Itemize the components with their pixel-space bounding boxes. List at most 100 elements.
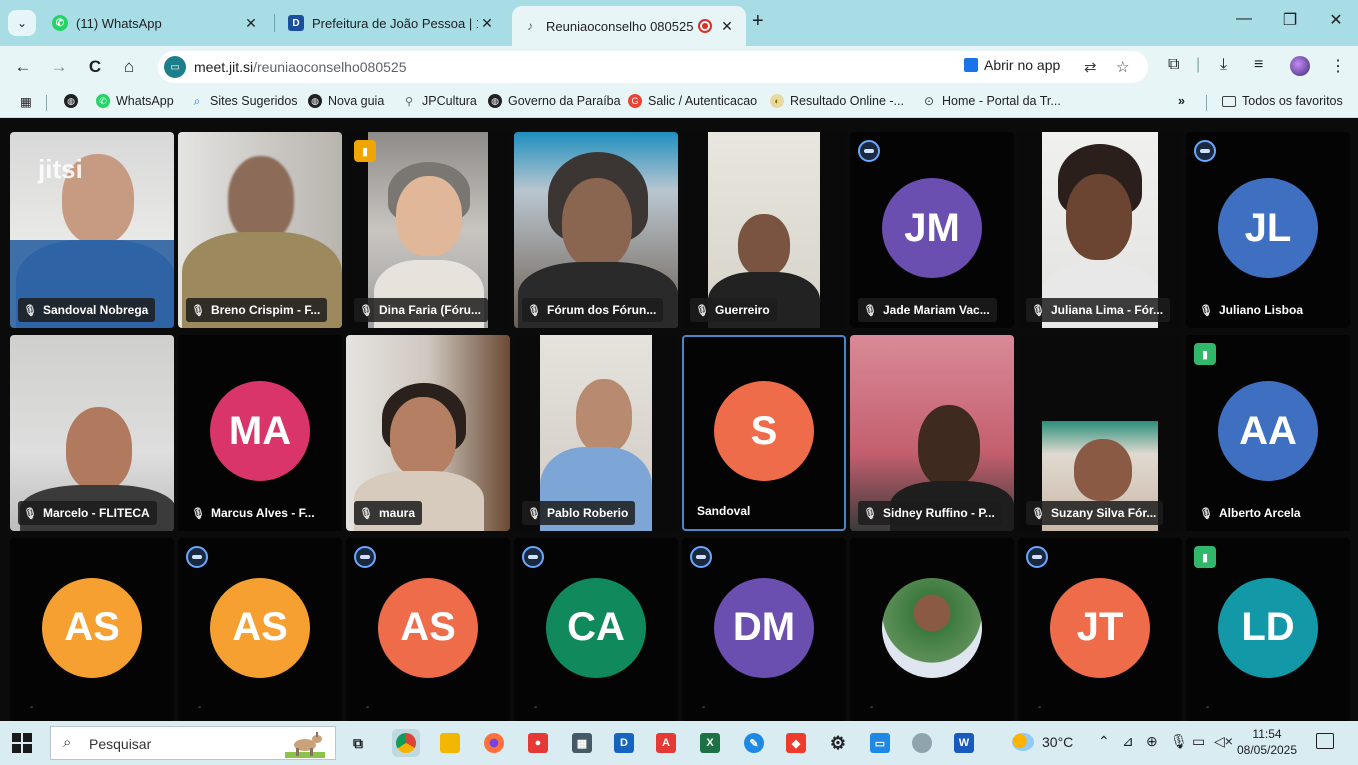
tab-prefeitura[interactable]: D Prefeitura de João Pessoa | 1Do ✕ — [278, 6, 506, 40]
feather-app-icon[interactable]: ✎ — [740, 729, 768, 757]
file-explorer-icon[interactable] — [436, 729, 464, 757]
participant-status-icon[interactable] — [522, 546, 544, 568]
translate-icon[interactable]: ⇄ — [1084, 58, 1097, 76]
participant-tile[interactable]: 🎙︎ Suzany Silva Fór... — [1018, 335, 1182, 531]
participant-tile[interactable]: - — [850, 538, 1014, 721]
anydesk-icon[interactable]: ◆ — [782, 729, 810, 757]
participant-tile[interactable]: AS - — [10, 538, 174, 721]
open-in-app-button[interactable]: Abrir no app — [964, 57, 1060, 73]
forward-button[interactable]: → — [46, 54, 72, 80]
participant-tile[interactable]: ▮ 🎙︎ Dina Faria (Fóru... — [346, 132, 510, 328]
participant-tile[interactable]: AS - — [346, 538, 510, 721]
microphone-icon[interactable]: 🎙︎ — [1170, 733, 1188, 750]
participant-status-icon[interactable] — [858, 140, 880, 162]
firefox-icon[interactable] — [480, 729, 508, 757]
bookmark-salic[interactable]: G Salic / Autenticacao — [628, 94, 757, 108]
bookmark-globe-icon[interactable]: ◍ — [64, 94, 84, 108]
participant-tile[interactable]: ▮ AA 🎙︎ Alberto Arcela — [1186, 335, 1350, 531]
more-bookmarks-button[interactable]: » — [1178, 94, 1185, 108]
profile-avatar[interactable] — [1290, 56, 1310, 76]
participant-tile[interactable]: 🎙︎ Fórum dos Fórun... — [514, 132, 678, 328]
bookmark-whatsapp[interactable]: ✆ WhatsApp — [96, 94, 174, 108]
bookmark-governo-paraiba[interactable]: ◍ Governo da Paraíba — [488, 94, 621, 108]
minimize-button[interactable]: — — [1224, 10, 1264, 28]
connection-fair-icon[interactable]: ▮ — [354, 140, 376, 162]
participant-tile[interactable]: 🎙︎ Guerreiro — [682, 132, 846, 328]
close-tab-icon[interactable]: ✕ — [718, 18, 736, 35]
url-text[interactable]: meet.jit.si/reuniaoconselho080525 — [194, 59, 406, 75]
connection-good-icon[interactable]: ▮ — [1194, 546, 1216, 568]
participant-tile[interactable]: ▮ LD - — [1186, 538, 1350, 721]
address-bar[interactable]: ▭ meet.jit.si/reuniaoconselho080525 Abri… — [158, 51, 1148, 83]
windows-start-icon[interactable] — [12, 733, 32, 753]
close-window-button[interactable]: ✕ — [1316, 10, 1356, 30]
system-clock[interactable]: 11:54 08/05/2025 — [1236, 726, 1298, 758]
media-control-icon[interactable]: ≡ — [1254, 56, 1263, 74]
participant-tile[interactable]: 🎙︎ Breno Crispim - F... — [178, 132, 342, 328]
participant-name-label: - — [1038, 702, 1042, 713]
network-icon[interactable]: ⊿ — [1122, 733, 1134, 750]
bookmark-portal-transparencia[interactable]: ⊙ Home - Portal da Tr... — [922, 94, 1061, 108]
tab-jitsi-meeting[interactable]: ♪ Reuniaoconselho 080525 | J ✕ — [512, 6, 746, 46]
participant-tile[interactable]: CA - — [514, 538, 678, 721]
bookmark-resultado-online[interactable]: ◐ Resultado Online -... — [770, 94, 904, 108]
participant-status-icon[interactable] — [1194, 140, 1216, 162]
extensions-icon[interactable]: ⧉ — [1168, 56, 1179, 74]
bookmark-jpcultura[interactable]: ⚲ JPCultura — [402, 94, 477, 108]
participant-tile[interactable]: AS - — [178, 538, 342, 721]
close-tab-icon[interactable]: ✕ — [478, 15, 496, 32]
maximize-button[interactable]: ❐ — [1270, 10, 1310, 30]
participant-tile[interactable]: MA 🎙︎ Marcus Alves - F... — [178, 335, 342, 531]
notifications-icon[interactable] — [1316, 733, 1334, 749]
participant-tile[interactable]: JM 🎙︎ Jade Mariam Vac... — [850, 132, 1014, 328]
battery-icon[interactable]: ▭ — [1192, 733, 1205, 750]
document-app-icon[interactable]: D — [610, 729, 638, 757]
all-favorites-folder[interactable]: Todos os favoritos — [1222, 94, 1343, 108]
participant-status-icon[interactable] — [354, 546, 376, 568]
participant-tile[interactable]: 🎙︎ Pablo Roberio — [514, 335, 678, 531]
weather-widget[interactable]: 30°C — [1012, 733, 1073, 751]
settings-icon[interactable]: ⚙ — [824, 729, 852, 757]
participant-tile[interactable]: 🎙︎ Marcelo - FLITECA — [10, 335, 174, 531]
reload-button[interactable]: C — [82, 54, 108, 80]
contacts-icon[interactable]: ● — [524, 729, 552, 757]
participant-tile[interactable]: JL 🎙︎ Juliano Lisboa — [1186, 132, 1350, 328]
meet-now-icon[interactable]: ⊕ — [1146, 733, 1158, 750]
chrome-icon[interactable] — [392, 729, 420, 757]
disk-icon[interactable] — [908, 729, 936, 757]
participant-tile[interactable]: jitsi 🎙︎ Sandoval Nobrega — [10, 132, 174, 328]
more-menu-icon[interactable]: ⋮ — [1330, 56, 1346, 76]
participant-status-icon[interactable] — [1026, 546, 1048, 568]
participant-tile[interactable]: DM - — [682, 538, 846, 721]
taskbar-search-box[interactable]: ⌕ Pesquisar — [50, 726, 336, 760]
new-tab-button[interactable]: + — [752, 10, 764, 33]
participant-tile[interactable]: 🎙︎ Juliana Lima - Fór... — [1018, 132, 1182, 328]
participant-tile-active-speaker[interactable]: S Sandoval — [682, 335, 846, 531]
tab-search-chevron-icon[interactable]: ⌄ — [8, 10, 36, 36]
show-hidden-icons-icon[interactable]: ⌃ — [1098, 733, 1110, 750]
site-info-icon[interactable]: ▭ — [164, 56, 186, 78]
participant-name-label: 🎙︎ Jade Mariam Vac... — [858, 298, 997, 322]
word-icon[interactable]: W — [950, 729, 978, 757]
calculator-icon[interactable]: ▦ — [568, 729, 596, 757]
close-tab-icon[interactable]: ✕ — [242, 15, 260, 32]
participant-status-icon[interactable] — [690, 546, 712, 568]
participant-status-icon[interactable] — [186, 546, 208, 568]
apps-grid-icon[interactable]: ▦ — [20, 94, 32, 109]
bookmark-nova-guia[interactable]: ◍ Nova guia — [308, 94, 384, 108]
bookmark-star-icon[interactable]: ☆ — [1116, 58, 1129, 76]
participant-tile[interactable]: JT - — [1018, 538, 1182, 721]
acrobat-icon[interactable]: A — [652, 729, 680, 757]
remote-desktop-icon[interactable]: ▭ — [866, 729, 894, 757]
connection-good-icon[interactable]: ▮ — [1194, 343, 1216, 365]
participant-tile[interactable]: 🎙︎ maura — [346, 335, 510, 531]
bookmark-sites-sugeridos[interactable]: ⌕ Sites Sugeridos — [190, 94, 298, 109]
home-button[interactable]: ⌂ — [116, 54, 142, 80]
volume-muted-icon[interactable]: ◁× — [1214, 733, 1233, 750]
excel-icon[interactable]: X — [696, 729, 724, 757]
downloads-icon[interactable]: ⤓ — [1220, 56, 1227, 74]
tab-whatsapp[interactable]: ✆ (11) WhatsApp ✕ — [42, 6, 270, 40]
back-button[interactable]: ← — [10, 54, 36, 80]
task-view-icon[interactable]: ⧉ — [344, 729, 372, 757]
participant-tile[interactable]: 🎙︎ Sidney Ruffino - P... — [850, 335, 1014, 531]
